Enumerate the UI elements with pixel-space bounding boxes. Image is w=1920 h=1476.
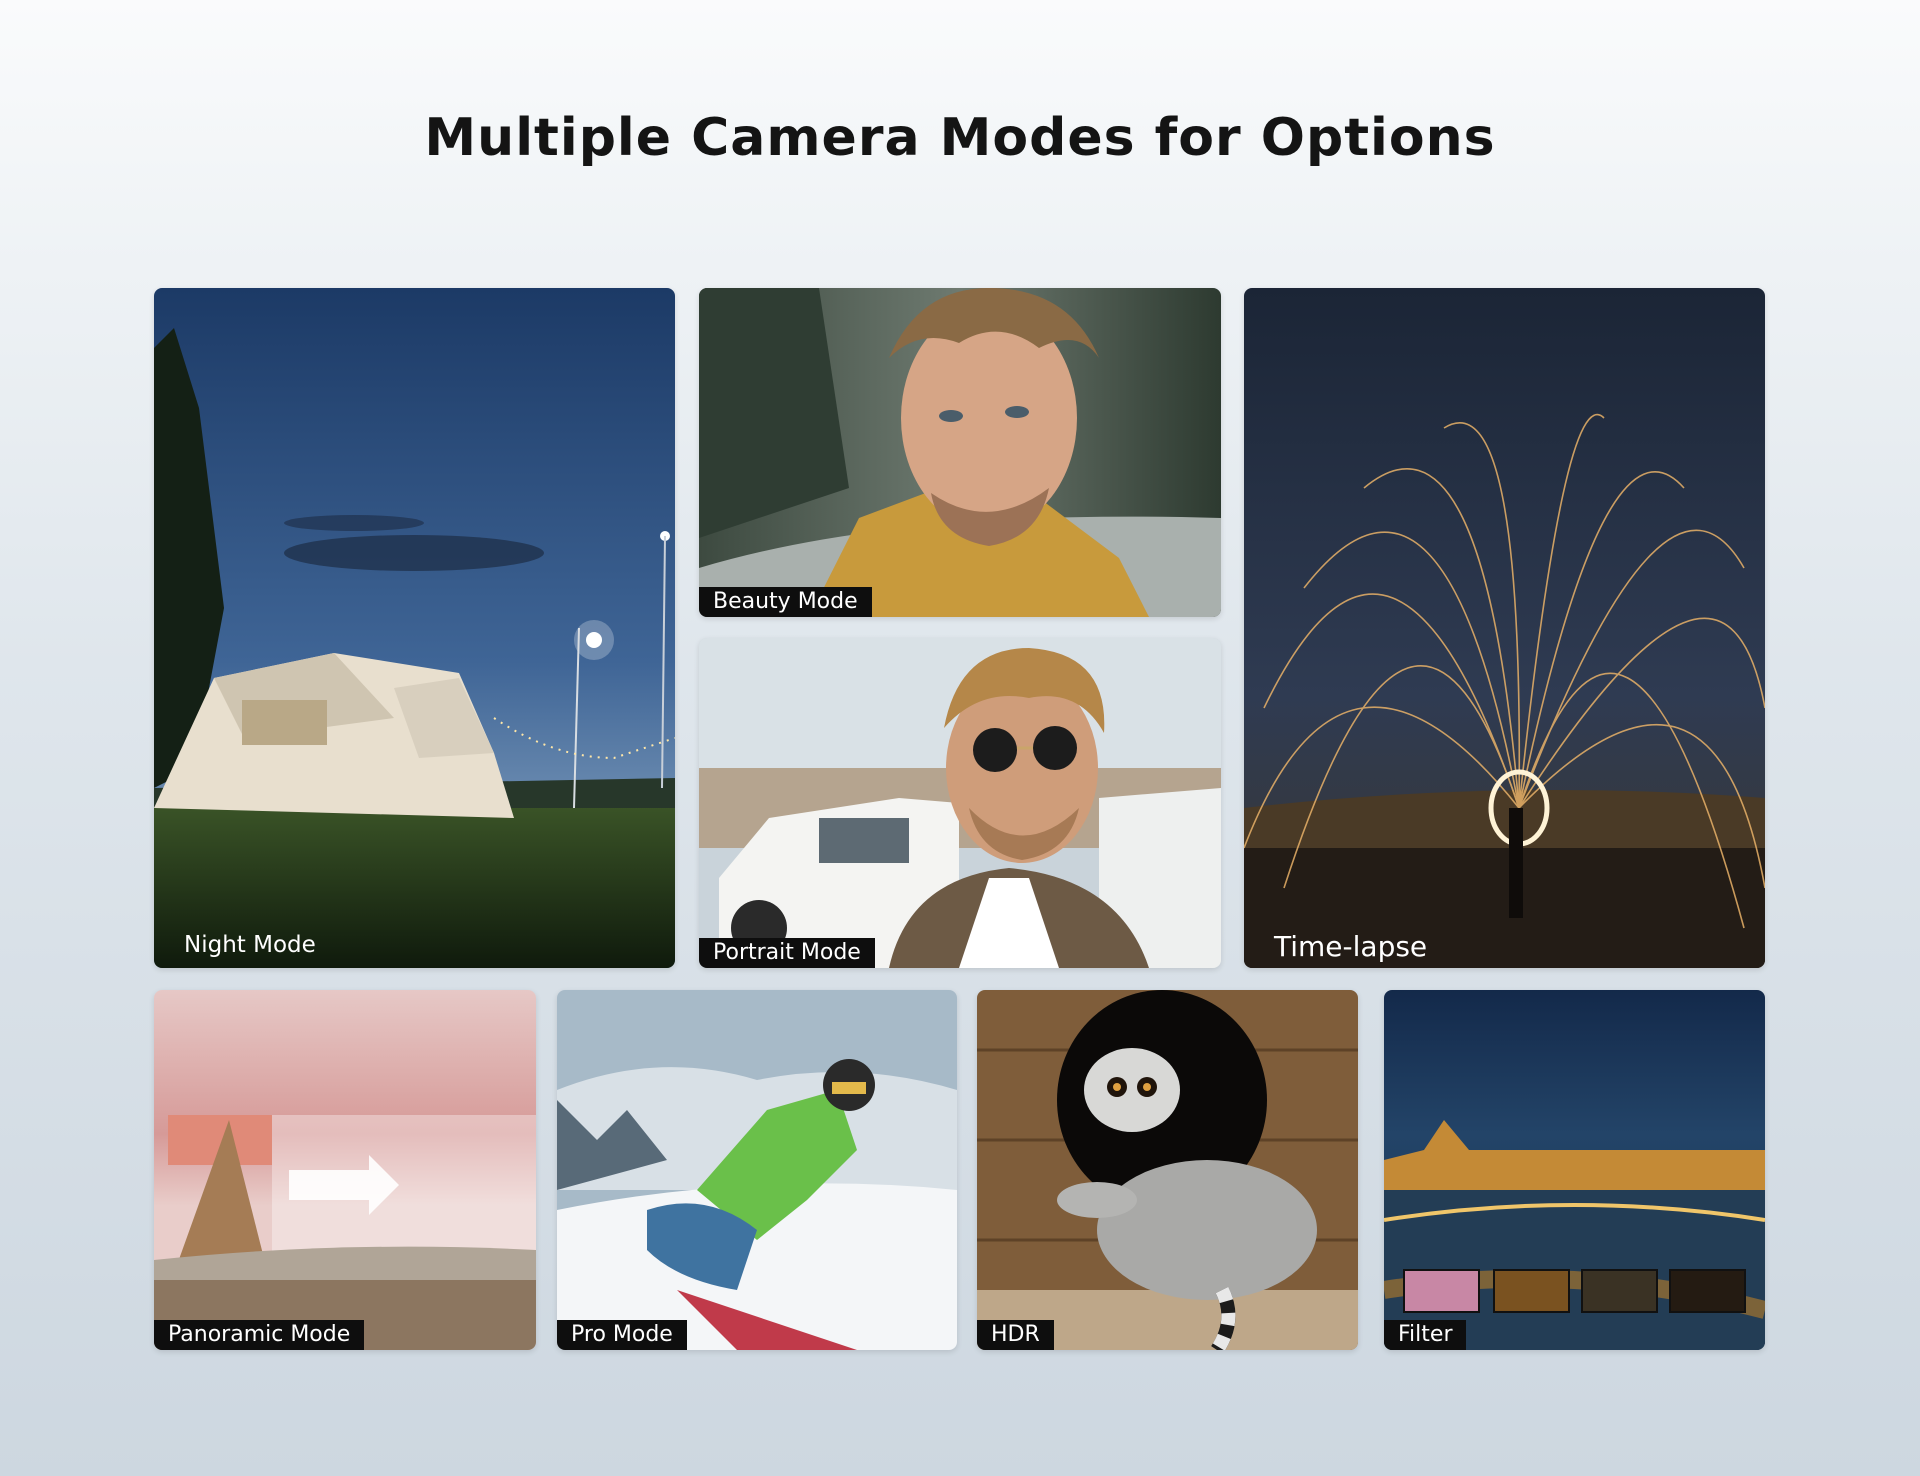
hdr-card[interactable]: HDR <box>977 990 1358 1350</box>
page-title: Multiple Camera Modes for Options <box>424 108 1496 168</box>
night-mode-card[interactable]: Night Mode <box>154 288 675 968</box>
portrait-sunglasses-photo <box>699 638 1221 968</box>
hdr-label: HDR <box>977 1320 1054 1350</box>
night-camping-photo <box>154 288 675 968</box>
skier-photo <box>557 990 957 1350</box>
pyramid-panorama-photo <box>154 990 536 1350</box>
beauty-mode-label: Beauty Mode <box>699 587 872 617</box>
night-city-filter-photo <box>1384 990 1765 1350</box>
portrait-mode-label: Portrait Mode <box>699 938 875 968</box>
panoramic-mode-label: Panoramic Mode <box>154 1320 365 1350</box>
beauty-portrait-photo <box>699 288 1221 617</box>
timelapse-card[interactable]: Time-lapse <box>1244 288 1765 968</box>
panoramic-mode-card[interactable]: Panoramic Mode <box>154 990 536 1350</box>
timelapse-label: Time-lapse <box>1274 930 1428 963</box>
beauty-mode-card[interactable]: Beauty Mode <box>699 288 1221 617</box>
night-mode-label: Night Mode <box>184 932 316 958</box>
filter-label: Filter <box>1384 1320 1467 1350</box>
lemur-photo <box>977 990 1358 1350</box>
pro-mode-card[interactable]: Pro Mode <box>557 990 957 1350</box>
pro-mode-label: Pro Mode <box>557 1320 687 1350</box>
steel-wool-sparks-photo <box>1244 288 1765 968</box>
filter-card[interactable]: Filter <box>1384 990 1765 1350</box>
portrait-mode-card[interactable]: Portrait Mode <box>699 638 1221 968</box>
